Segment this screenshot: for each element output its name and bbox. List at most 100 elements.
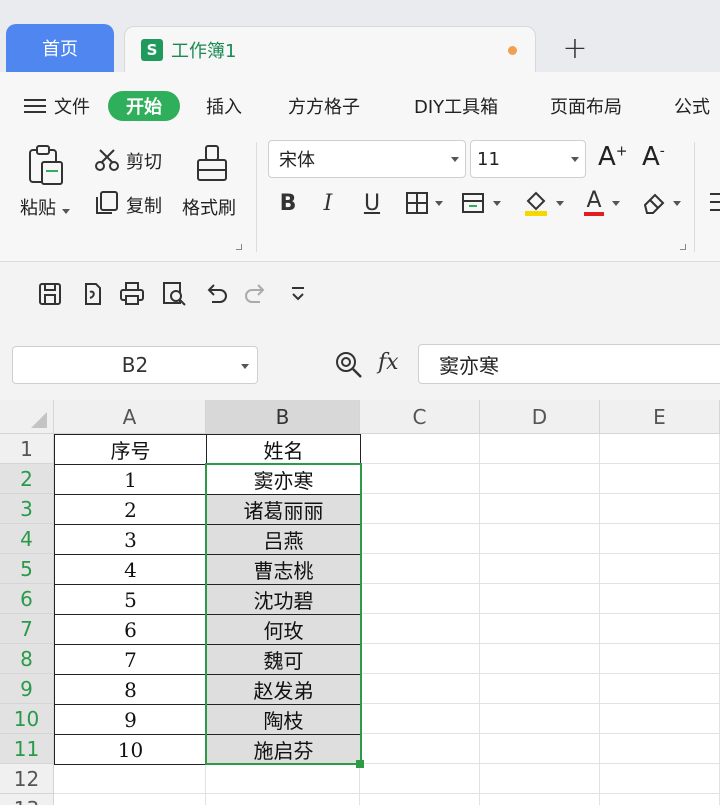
empty-cell[interactable] [360, 644, 480, 674]
row-header[interactable]: 7 [0, 614, 54, 644]
insert-function-button[interactable]: fx [378, 350, 399, 375]
empty-cell[interactable] [600, 554, 720, 584]
cell-b8[interactable]: 魏可 [206, 644, 361, 675]
menu-formula[interactable]: 公式 [674, 92, 710, 120]
row-header[interactable]: 6 [0, 584, 54, 614]
undo-icon[interactable] [202, 280, 230, 308]
font-size-select[interactable]: 11 [470, 140, 586, 178]
empty-cell[interactable] [480, 524, 600, 554]
redo-icon[interactable] [242, 280, 270, 308]
menu-start[interactable]: 开始 [108, 91, 180, 121]
menu-insert[interactable]: 插入 [206, 92, 242, 120]
cell-a7[interactable]: 6 [54, 614, 207, 645]
empty-cell[interactable] [600, 734, 720, 764]
empty-cell[interactable] [480, 674, 600, 704]
row-header[interactable]: 5 [0, 554, 54, 584]
grow-font-button[interactable]: A+ [598, 142, 628, 172]
font-expand-icon[interactable] [680, 244, 686, 250]
row-header[interactable]: 12 [0, 764, 54, 794]
empty-cell[interactable] [360, 674, 480, 704]
cell-a4[interactable]: 3 [54, 524, 207, 555]
print-preview-icon[interactable] [160, 280, 188, 308]
row-header[interactable]: 1 [0, 434, 54, 464]
cell-a3[interactable]: 2 [54, 494, 207, 525]
format-painter-button[interactable]: 格式刷 [182, 194, 236, 220]
cell-a5[interactable]: 4 [54, 554, 207, 585]
empty-cell[interactable] [206, 764, 360, 794]
column-header-c[interactable]: C [360, 400, 480, 434]
fill-color-button[interactable] [520, 186, 566, 220]
menu-file[interactable]: 文件 [24, 92, 90, 120]
shrink-font-button[interactable]: A- [642, 142, 665, 172]
menu-ffgz[interactable]: 方方格子 [288, 92, 360, 120]
font-color-button[interactable]: A [578, 186, 624, 220]
empty-cell[interactable] [360, 734, 480, 764]
empty-cell[interactable] [480, 644, 600, 674]
empty-cell[interactable] [360, 794, 480, 805]
empty-cell[interactable] [206, 794, 360, 805]
empty-cell[interactable] [600, 494, 720, 524]
cell-b9[interactable]: 赵发弟 [206, 674, 361, 705]
empty-cell[interactable] [480, 614, 600, 644]
cell-b10[interactable]: 陶枝 [206, 704, 361, 735]
empty-cell[interactable] [480, 554, 600, 584]
empty-cell[interactable] [600, 764, 720, 794]
row-header[interactable]: 9 [0, 674, 54, 704]
cell-b3[interactable]: 诸葛丽丽 [206, 494, 361, 525]
empty-cell[interactable] [600, 674, 720, 704]
cell-a11[interactable]: 10 [54, 734, 207, 765]
cell-b5[interactable]: 曹志桃 [206, 554, 361, 585]
print-icon[interactable] [118, 280, 146, 308]
menu-layout[interactable]: 页面布局 [550, 92, 622, 120]
bold-button[interactable]: B [276, 186, 300, 220]
empty-cell[interactable] [54, 794, 206, 805]
row-header[interactable]: 11 [0, 734, 54, 764]
spreadsheet-grid[interactable]: A B C D E 1 2 3 4 5 6 7 8 9 10 11 12 13 … [0, 400, 720, 805]
tab-home[interactable]: 首页 [6, 24, 114, 72]
row-header[interactable]: 13 [0, 794, 54, 805]
empty-cell[interactable] [600, 794, 720, 805]
save-icon[interactable] [36, 280, 64, 308]
row-header[interactable]: 3 [0, 494, 54, 524]
empty-cell[interactable] [54, 764, 206, 794]
cell-b2[interactable]: 窦亦寒 [206, 464, 361, 495]
new-tab-button[interactable]: + [560, 30, 590, 66]
cell-b4[interactable]: 吕燕 [206, 524, 361, 555]
column-header-a[interactable]: A [54, 400, 206, 434]
empty-cell[interactable] [360, 494, 480, 524]
empty-cell[interactable] [360, 554, 480, 584]
tab-workbook[interactable]: S 工作簿1 [124, 26, 536, 72]
cell-a2[interactable]: 1 [54, 464, 207, 495]
select-all-button[interactable] [0, 400, 54, 434]
cell-b6[interactable]: 沈功碧 [206, 584, 361, 615]
border-button[interactable] [402, 186, 446, 220]
row-header[interactable]: 2 [0, 464, 54, 494]
empty-cell[interactable] [360, 614, 480, 644]
empty-cell[interactable] [600, 704, 720, 734]
cell-a8[interactable]: 7 [54, 644, 207, 675]
cell-a6[interactable]: 5 [54, 584, 207, 615]
paste-button[interactable]: 粘贴 [20, 194, 70, 220]
zoom-search-icon[interactable] [334, 350, 364, 380]
menu-diy[interactable]: DIY工具箱 [414, 92, 498, 120]
empty-cell[interactable] [360, 584, 480, 614]
empty-cell[interactable] [360, 764, 480, 794]
empty-cell[interactable] [600, 524, 720, 554]
merge-cells-button[interactable] [458, 186, 504, 220]
output-pdf-icon[interactable] [78, 280, 106, 308]
cell-b7[interactable]: 何玫 [206, 614, 361, 645]
formula-input[interactable]: 窦亦寒 [418, 344, 720, 384]
underline-button[interactable]: U [360, 186, 384, 220]
empty-cell[interactable] [360, 464, 480, 494]
empty-cell[interactable] [360, 434, 480, 464]
cell-a1[interactable]: 序号 [54, 434, 207, 465]
cell-b11[interactable]: 施启芬 [206, 734, 361, 765]
row-header[interactable]: 4 [0, 524, 54, 554]
format-painter-icon[interactable] [194, 144, 230, 184]
empty-cell[interactable] [480, 794, 600, 805]
empty-cell[interactable] [360, 704, 480, 734]
row-header[interactable]: 8 [0, 644, 54, 674]
align-icon[interactable] [708, 190, 720, 214]
column-header-d[interactable]: D [480, 400, 600, 434]
clear-format-button[interactable] [638, 186, 684, 220]
